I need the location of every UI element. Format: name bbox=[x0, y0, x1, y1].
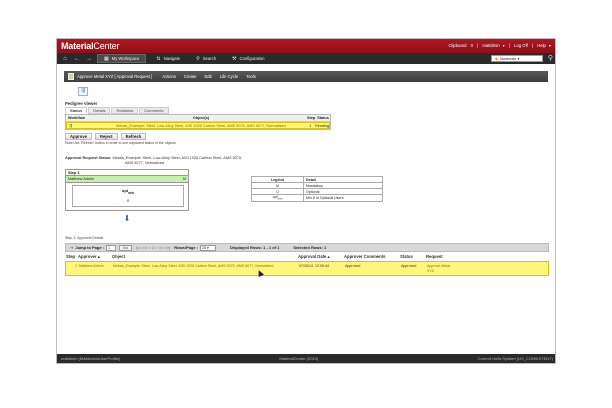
legend-row: optmin Min # of Optional Users bbox=[251, 194, 383, 202]
approval-request-status: Approval Request Status: Metals_Example:… bbox=[65, 156, 243, 165]
column-header[interactable]: Approver Comments bbox=[344, 254, 400, 259]
column-header[interactable]: Request bbox=[426, 254, 456, 259]
chevron-down-icon: ▾ bbox=[502, 43, 505, 48]
status-user: mattdmin (MattAdminUserProfile) bbox=[61, 356, 121, 361]
clipboard-link[interactable]: Clipboard 0 bbox=[445, 43, 472, 48]
object-toolbar: Approve Metal XYZ [ Approval Request ] A… bbox=[64, 71, 548, 82]
status-units: Current Units System (US_CONSISTENT) bbox=[477, 356, 553, 361]
selected-rows: Selected Rows: 1 bbox=[293, 245, 327, 250]
title-bar: MaterialCenter Clipboard 0 | mattdmin ▾ |… bbox=[57, 39, 555, 53]
step-approval-label: Step 1: Approval Details bbox=[65, 236, 104, 240]
date-cell: 07/30/13, 12:00:44 bbox=[299, 264, 329, 268]
navigate-icon: ⇅ bbox=[156, 55, 161, 62]
menu-actions[interactable]: Actions bbox=[162, 74, 176, 79]
comments-cell: Approved bbox=[345, 264, 361, 268]
tab-search[interactable]: ⚲ Search bbox=[190, 54, 222, 63]
optional-box: optmin 0 bbox=[72, 185, 184, 207]
arrow-down-icon: ⬇ bbox=[123, 214, 131, 223]
help-link[interactable]: Help bbox=[537, 43, 546, 48]
page-input[interactable]: 1 bbox=[106, 244, 117, 251]
materials-select[interactable]: ◆ Materials ▾ bbox=[491, 55, 543, 62]
workflow-cell: ⇶ bbox=[67, 123, 97, 128]
column-header[interactable]: Approver ▴ bbox=[78, 254, 112, 259]
app-logo: MaterialCenter bbox=[61, 41, 120, 51]
refresh-button[interactable]: Refresh bbox=[120, 133, 147, 140]
document-icon bbox=[68, 73, 74, 80]
object-cell: Metals_Example: Steel, Low-Alloy Steel, … bbox=[116, 123, 286, 128]
tab-details[interactable]: Details bbox=[88, 107, 111, 114]
configuration-icon: ⚒ bbox=[232, 55, 237, 62]
rows-per-page-select[interactable]: 25 ▾ bbox=[200, 244, 217, 251]
approver-cell: Matthew Admin bbox=[79, 264, 104, 268]
grid-header: Step Approver ▴ Object Approval Date ▴ A… bbox=[65, 253, 549, 260]
back-arrow-icon[interactable]: ← bbox=[73, 56, 81, 62]
table-header: Workflow Object(s) Step Status bbox=[66, 115, 330, 122]
tab-status[interactable]: Status bbox=[65, 107, 88, 114]
object-cell: Metals_Example: Steel, Low-Alloy Steel, … bbox=[113, 264, 274, 268]
step-body: optmin 0 bbox=[66, 182, 188, 210]
workspace-icon: ▦ bbox=[104, 55, 109, 62]
step-diagram: Step 1 Matthew Admin M optmin 0 bbox=[65, 169, 189, 211]
tab-navigate[interactable]: ⇅ Navigate bbox=[150, 54, 186, 63]
pedigree-viewer-label: Pedigree Viewer bbox=[65, 101, 98, 106]
approval-actions: Approve Reject Refresh bbox=[65, 133, 149, 140]
pedigree-icon[interactable]: ⇶ bbox=[78, 87, 88, 96]
tab-comments[interactable]: Comments bbox=[139, 107, 169, 114]
user-bar: Clipboard 0 | mattdmin ▾ | Log Off | Help… bbox=[442, 43, 551, 48]
column-header[interactable]: Step bbox=[65, 254, 78, 259]
displayed-rows: Displayed Rows: 1 - 1 of 1 bbox=[230, 245, 280, 250]
column-header[interactable]: Approval Date ▴ bbox=[298, 254, 344, 259]
refresh-note: Note:Use 'Refresh' button in order to se… bbox=[65, 141, 177, 145]
jump-arrow-icon: ➜ bbox=[70, 245, 74, 250]
menu-life-cycle[interactable]: Life Cycle bbox=[220, 74, 238, 79]
materials-icon: ◆ bbox=[495, 56, 499, 61]
column-header[interactable]: Object(s) bbox=[96, 116, 306, 120]
pedigree-tabs: Status Details Relations Comments bbox=[65, 107, 170, 114]
column-header[interactable]: Workflow bbox=[66, 116, 96, 120]
step-cell: 1 bbox=[75, 264, 77, 268]
home-icon[interactable]: ⌂ bbox=[61, 56, 69, 62]
status-bar: mattdmin (MattAdminUserProfile) Material… bbox=[57, 354, 555, 363]
search-icon: ⚲ bbox=[196, 55, 200, 62]
grid-toolbar: ➜ Jump to Page : 1 Go |<< << < 1 > >> >>… bbox=[65, 243, 549, 252]
tab-configuration[interactable]: ⚒ Configuration bbox=[226, 54, 270, 63]
menu-tools[interactable]: Tools bbox=[246, 74, 256, 79]
jump-label: Jump to Page : bbox=[75, 245, 105, 250]
reject-button[interactable]: Reject bbox=[95, 133, 118, 140]
menu-edit[interactable]: Edit bbox=[205, 74, 212, 79]
step-cell: 1 bbox=[309, 123, 312, 128]
column-header[interactable]: Step bbox=[306, 116, 316, 120]
rows-per-page-label: Rows/Page : bbox=[174, 245, 199, 250]
column-header[interactable]: Status bbox=[400, 254, 426, 259]
table-row[interactable]: ⇶ Metals_Example: Steel, Low-Alloy Steel… bbox=[66, 122, 330, 129]
status-cell: Pending bbox=[315, 123, 329, 128]
app-window: MaterialCenter Clipboard 0 | mattdmin ▾ |… bbox=[56, 38, 556, 364]
nav-bar: ⌂ ← → ▦ My Workspace ⇅ Navigate ⚲ Search ⚒ C… bbox=[57, 53, 555, 64]
workflow-icon[interactable]: ⇶ bbox=[69, 124, 72, 128]
menu-create[interactable]: Create bbox=[184, 74, 197, 79]
user-menu[interactable]: mattdmin bbox=[482, 43, 499, 48]
object-title: Approve Metal XYZ [ Approval Request ] bbox=[77, 74, 153, 79]
approve-button[interactable]: Approve bbox=[65, 133, 92, 140]
workflow-table: Workflow Object(s) Step Status ⇶ Metals_… bbox=[65, 114, 331, 130]
column-header[interactable]: Object bbox=[112, 254, 298, 259]
column-header[interactable]: Status bbox=[316, 116, 330, 120]
tab-my-workspace[interactable]: ▦ My Workspace bbox=[97, 54, 147, 63]
request-cell[interactable]: Approve Metal XYZ bbox=[427, 264, 457, 275]
legend-table: Legend Detail M Mandatory O Optional optmin… bbox=[251, 176, 383, 202]
tab-relations[interactable]: Relations bbox=[111, 107, 139, 114]
forward-arrow-icon[interactable]: → bbox=[85, 56, 93, 62]
search-icon[interactable]: ⚲ bbox=[548, 54, 553, 62]
logoff-link[interactable]: Log Off bbox=[514, 43, 528, 48]
go-button[interactable]: Go bbox=[119, 244, 132, 251]
status-cell: Approved bbox=[401, 264, 417, 268]
pager[interactable]: |<< << < 1 > >> >>| bbox=[136, 245, 170, 250]
table-row[interactable]: 1 Matthew Admin Metals_Example: Steel, L… bbox=[65, 261, 549, 276]
chevron-down-icon: ▾ bbox=[548, 43, 551, 48]
status-product: MaterialCenter (2013) bbox=[279, 356, 319, 361]
